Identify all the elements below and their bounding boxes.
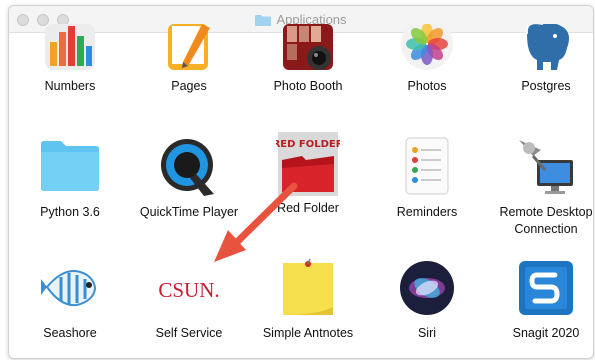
annotation-arrow bbox=[214, 182, 298, 262]
